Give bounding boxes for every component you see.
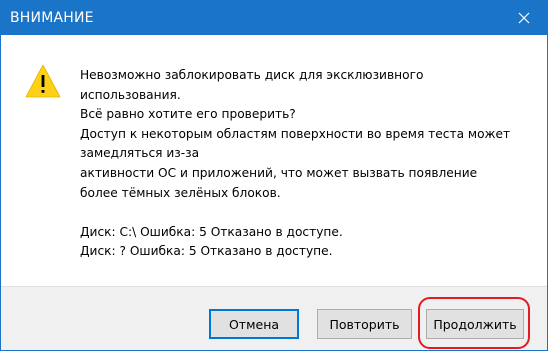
message-line: Невозможно заблокировать диск для эксклю… <box>80 68 424 82</box>
message-line: использования. <box>80 87 181 102</box>
window-title: ВНИМАНИЕ <box>10 10 94 26</box>
message-text: Невозможно заблокировать диск для эксклю… <box>80 66 540 262</box>
warning-icon <box>25 64 61 98</box>
message-line: более тёмных зелёных блоков. <box>80 185 281 200</box>
error-detail: Диск: C:\ Ошибка: 5 Отказано в доступе. <box>80 224 343 239</box>
button-bar: Отмена Повторить Продолжить <box>1 286 547 350</box>
cancel-button[interactable]: Отмена <box>209 309 299 339</box>
message-line: активности ОС и приложений, что может вы… <box>80 165 478 180</box>
warning-dialog: ВНИМАНИЕ Невозможно заблокировать диск д… <box>0 0 548 351</box>
error-detail: Диск: ? Ошибка: 5 Отказано в доступе. <box>80 244 333 259</box>
message-line: замедляться из-за <box>80 146 200 161</box>
highlight-annotation <box>418 297 530 349</box>
close-icon <box>518 12 530 24</box>
retry-button[interactable]: Повторить <box>317 309 412 339</box>
message-line: Доступ к некоторым областям поверхности … <box>80 126 511 141</box>
message-line: Всё равно хотите его проверить? <box>80 107 296 122</box>
close-button[interactable] <box>501 1 547 35</box>
title-bar[interactable]: ВНИМАНИЕ <box>1 1 547 35</box>
dialog-body: Невозможно заблокировать диск для эксклю… <box>1 35 547 285</box>
